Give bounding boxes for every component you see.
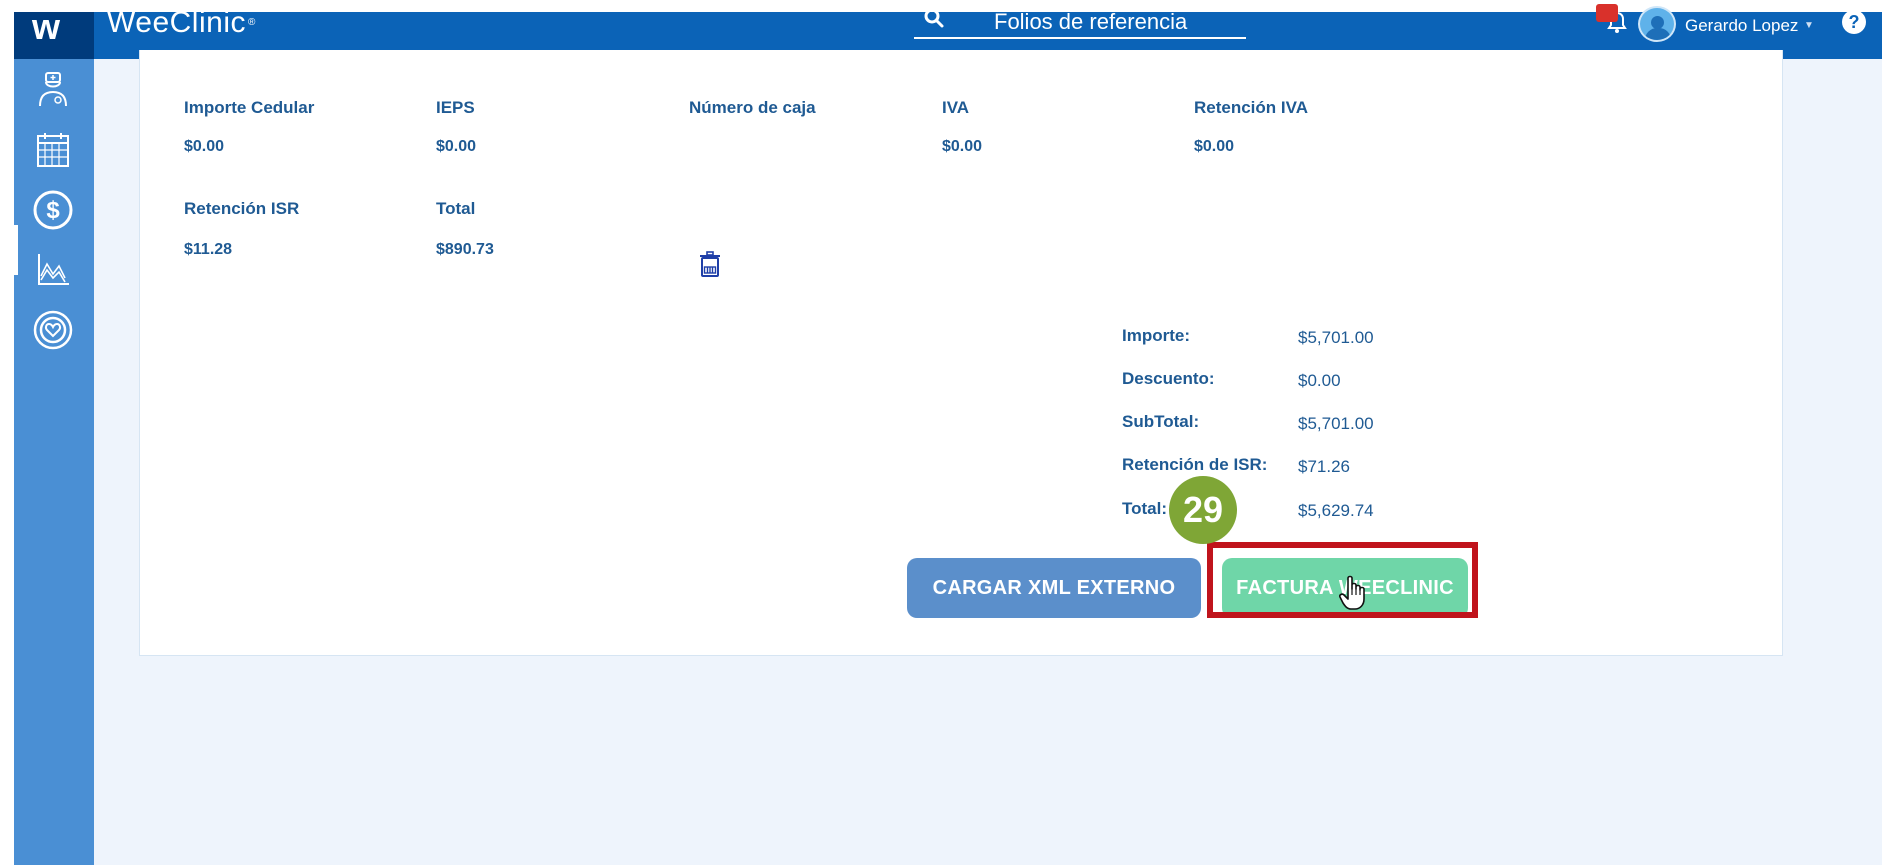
search-bar[interactable]: Folios de referencia — [914, 8, 1246, 39]
value-importe-cedular: $0.00 — [184, 138, 225, 155]
heart-target-icon — [33, 310, 73, 350]
cargar-xml-externo-button[interactable]: CARGAR XML EXTERNO — [907, 558, 1201, 618]
label-subtotal: SubTotal: — [1122, 412, 1200, 431]
calendar-icon — [37, 133, 69, 167]
svg-text:$: $ — [46, 197, 60, 224]
logo[interactable]: w — [14, 6, 94, 59]
sidebar-item-wellness[interactable] — [28, 305, 78, 355]
help-icon[interactable]: ? — [1842, 10, 1866, 34]
active-indicator — [14, 225, 18, 275]
label-ieps: IEPS — [436, 98, 475, 117]
app-root: w WeeClinic ® Folios de referencia Gerard… — [14, 4, 1882, 865]
logo-mark-icon: w — [32, 6, 61, 47]
avatar[interactable] — [1638, 6, 1676, 42]
label-retencion-de-isr: Retención de ISR: — [1122, 455, 1268, 474]
search-icon[interactable] — [922, 6, 946, 30]
trash-icon[interactable] — [699, 251, 721, 277]
sidebar-item-reports[interactable] — [28, 245, 78, 295]
value-descuento: $0.00 — [1298, 371, 1341, 390]
search-input[interactable]: Folios de referencia — [994, 10, 1187, 34]
sidebar: $ — [14, 59, 94, 865]
user-name[interactable]: Gerardo Lopez — [1685, 16, 1798, 36]
notification-badge — [1596, 4, 1618, 22]
value-iva: $0.00 — [942, 138, 983, 155]
step-badge: 29 — [1169, 476, 1237, 544]
value-total-final: $5,629.74 — [1298, 501, 1374, 520]
value-subtotal: $5,701.00 — [1298, 414, 1374, 433]
label-importe: Importe: — [1122, 326, 1190, 345]
label-numero-caja: Número de caja — [689, 98, 816, 117]
label-importe-cedular: Importe Cedular — [184, 98, 315, 117]
value-retencion-de-isr: $71.26 — [1298, 457, 1350, 476]
label-iva: IVA — [942, 98, 970, 117]
sidebar-item-doctor[interactable] — [28, 65, 78, 115]
label-total: Total — [436, 199, 476, 218]
sidebar-item-billing[interactable]: $ — [28, 185, 78, 235]
value-total: $890.73 — [436, 241, 494, 258]
label-descuento: Descuento: — [1122, 369, 1215, 388]
value-retencion-isr: $11.28 — [184, 241, 233, 258]
value-ieps: $0.00 — [436, 138, 477, 155]
chevron-down-icon[interactable]: ▼ — [1804, 20, 1814, 31]
value-retencion-iva: $0.00 — [1194, 138, 1235, 155]
label-total-final: Total: — [1122, 499, 1168, 518]
chart-icon — [38, 254, 69, 285]
value-importe: $5,701.00 — [1298, 328, 1374, 347]
label-retencion-iva: Retención IVA — [1194, 98, 1308, 117]
label-retencion-isr: Retención ISR — [184, 199, 300, 218]
doctor-icon — [39, 72, 67, 107]
hand-cursor-icon — [1339, 575, 1365, 610]
billing-dollar-icon: $ — [33, 190, 73, 230]
brand-name: WeeClinic ® — [107, 6, 256, 39]
sidebar-item-calendar[interactable] — [28, 125, 78, 175]
